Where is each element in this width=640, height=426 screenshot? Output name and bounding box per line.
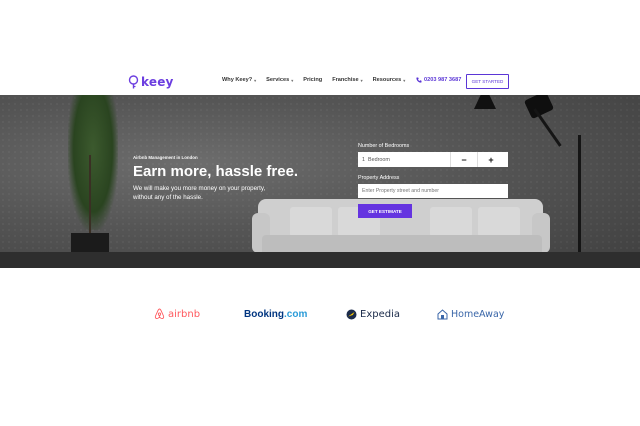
- phone-number: 0203 987 3687: [424, 77, 462, 83]
- nav-why-keey[interactable]: Why Keey? ▾: [222, 77, 256, 83]
- booking-logo: Booking .com: [244, 306, 307, 322]
- bedrooms-stepper: − +: [450, 152, 504, 167]
- nav-label: Franchise: [332, 77, 359, 83]
- bedrooms-row: 1 Bedroom − +: [358, 152, 508, 167]
- chevron-down-icon: ▾: [403, 77, 406, 83]
- hero-headline: Earn more, hassle free.: [133, 163, 299, 180]
- nav-franchise[interactable]: Franchise ▾: [332, 77, 362, 83]
- plant-stem: [89, 155, 91, 235]
- decrease-bedrooms-button[interactable]: −: [450, 152, 477, 167]
- airbnb-wordmark: airbnb: [168, 308, 201, 320]
- nav-services[interactable]: Services ▾: [266, 77, 293, 83]
- expedia-logo: Expedia: [346, 306, 400, 322]
- keey-logo[interactable]: keey: [128, 72, 174, 92]
- bedrooms-label: Number of Bedrooms: [358, 143, 410, 149]
- sofa-cushion: [290, 207, 332, 237]
- booking-tld: .com: [284, 308, 308, 320]
- get-started-button[interactable]: GET STARTED: [466, 74, 509, 89]
- nav-label: Pricing: [303, 77, 323, 83]
- nav-label: Resources: [372, 77, 402, 83]
- main-menu: Why Keey? ▾ Services ▾ Pricing Franchise…: [222, 77, 405, 83]
- airbnb-logo: airbnb: [154, 306, 200, 322]
- airbnb-belo-icon: [154, 308, 165, 320]
- hero-eyebrow: Airbnb Management in London: [133, 155, 198, 160]
- nav-label: Why Keey?: [222, 77, 253, 83]
- estimate-form: Number of Bedrooms 1 Bedroom − + Propert…: [358, 143, 508, 218]
- expedia-globe-icon: [346, 309, 357, 319]
- homeaway-wordmark: HomeAway: [451, 308, 505, 320]
- booking-wordmark: Booking: [244, 308, 284, 320]
- nav-pricing[interactable]: Pricing: [303, 77, 322, 83]
- floor-lamp-pole: [578, 135, 581, 268]
- expedia-wordmark: Expedia: [360, 308, 400, 320]
- floor: [0, 252, 640, 268]
- chevron-down-icon: ▾: [360, 77, 363, 83]
- hero-subline: We will make you more money on your prop…: [133, 185, 266, 201]
- phone-icon: [416, 77, 422, 83]
- logo-text: keey: [141, 75, 174, 89]
- key-bulb-icon: [128, 75, 139, 89]
- increase-bedrooms-button[interactable]: +: [477, 152, 504, 167]
- nav-label: Services: [266, 77, 290, 83]
- homeaway-logo: HomeAway: [437, 306, 504, 322]
- bedrooms-unit: Bedroom: [368, 156, 390, 163]
- bedrooms-display: 1 Bedroom: [358, 157, 450, 163]
- get-estimate-button[interactable]: GET ESTIMATE: [358, 204, 412, 218]
- chevron-down-icon: ▾: [254, 77, 257, 83]
- plant-leaves: [68, 95, 118, 230]
- bedrooms-value: 1: [362, 156, 365, 163]
- top-navigation: keey Why Keey? ▾ Services ▾ Pricing Fran…: [0, 72, 640, 94]
- hero-copy: Airbnb Management in London Earn more, h…: [133, 155, 298, 202]
- address-input[interactable]: [358, 184, 508, 198]
- address-label: Property Address: [358, 175, 400, 181]
- chevron-down-icon: ▾: [291, 77, 294, 83]
- nav-resources[interactable]: Resources ▾: [373, 77, 406, 83]
- partner-logos: airbnb Booking .com Expedia HomeAway: [0, 306, 640, 324]
- hero-banner: Airbnb Management in London Earn more, h…: [0, 95, 640, 268]
- phone-link[interactable]: 0203 987 3687: [416, 77, 461, 83]
- homeaway-house-icon: [437, 308, 448, 319]
